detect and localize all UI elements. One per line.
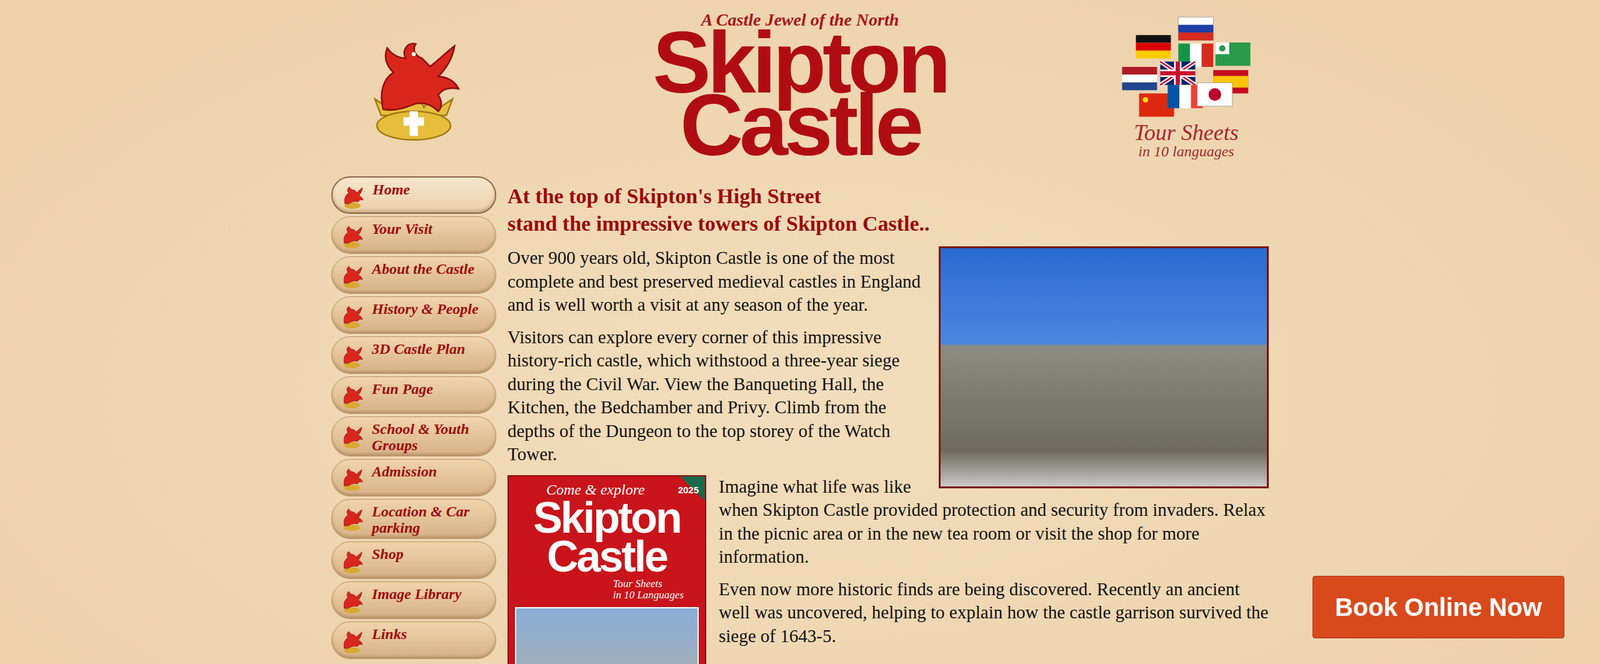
nav-item[interactable]: Image Library bbox=[331, 581, 497, 619]
nav-item[interactable]: School & Youth Groups bbox=[331, 416, 497, 457]
flags-icon bbox=[1120, 13, 1253, 120]
leaflet-caption: in 10 Languages bbox=[613, 589, 684, 601]
dragon-icon bbox=[339, 466, 365, 492]
body: HomeYour VisitAbout the CastleHistory & … bbox=[331, 176, 1269, 664]
leaflet-title: Skipton bbox=[515, 498, 699, 537]
header: A Castle Jewel of the NorthSkiptonCastle… bbox=[331, 0, 1269, 177]
site-title[interactable]: A Castle Jewel of the NorthSkiptonCastle bbox=[496, 0, 1104, 177]
tour-sheets[interactable]: Tour Sheetsin 10 languages bbox=[1103, 0, 1269, 177]
dragon-icon bbox=[339, 589, 365, 615]
tagline: A Castle Jewel of the North bbox=[701, 8, 900, 32]
page: A Castle Jewel of the NorthSkiptonCastle… bbox=[331, 0, 1269, 664]
book-online-button[interactable]: Book Online Now bbox=[1312, 575, 1565, 639]
leaflet-caption: Tour Sheets bbox=[613, 578, 684, 590]
dragon-icon bbox=[339, 344, 365, 370]
dragon-crown-icon[interactable] bbox=[352, 35, 475, 149]
leaflet-title: Castle bbox=[515, 536, 699, 576]
nav-item[interactable]: Fun Page bbox=[331, 376, 497, 414]
nav-item[interactable]: Links bbox=[331, 621, 497, 659]
nav-item[interactable]: Your Visit bbox=[331, 216, 497, 254]
leaflet-photo bbox=[515, 606, 699, 664]
dragon-icon bbox=[339, 304, 365, 330]
dragon-icon bbox=[339, 224, 365, 250]
nav-item[interactable]: 3D Castle Plan bbox=[331, 336, 497, 374]
nav-item[interactable]: About the Castle bbox=[331, 256, 497, 294]
dragon-icon bbox=[340, 185, 365, 210]
sidebar-nav: HomeYour VisitAbout the CastleHistory & … bbox=[331, 176, 497, 659]
nav-item[interactable]: History & People bbox=[331, 296, 497, 334]
nav-item[interactable]: Shop bbox=[331, 541, 497, 579]
main-content: At the top of Skipton's High Streetstand… bbox=[507, 176, 1269, 664]
castle-photo[interactable] bbox=[938, 246, 1269, 489]
leaflet-cover[interactable]: Come & explore 2025 SkiptonCastle Tour Shee… bbox=[507, 475, 707, 664]
leaflet-year: 2025 bbox=[678, 484, 699, 495]
dragon-icon bbox=[339, 549, 365, 575]
leaflet-kicker: Come & explore bbox=[515, 481, 645, 499]
dragon-icon bbox=[339, 424, 365, 450]
title-line: Castle bbox=[680, 93, 920, 157]
nav-item[interactable]: Home bbox=[331, 176, 497, 214]
tour-sheets-text: Tour Sheets bbox=[1133, 121, 1239, 144]
nav-item[interactable]: Admission bbox=[331, 458, 497, 497]
dragon-icon bbox=[339, 629, 365, 655]
tour-sheets-text: in 10 languages bbox=[1138, 143, 1234, 159]
title-line: Skipton bbox=[652, 31, 947, 94]
dragon-icon bbox=[339, 384, 365, 410]
heading: At the top of Skipton's High Streetstand… bbox=[507, 182, 1269, 238]
dragon-icon bbox=[339, 506, 365, 532]
dragon-icon bbox=[339, 264, 365, 290]
nav-item[interactable]: Location & Car parking bbox=[331, 498, 497, 539]
